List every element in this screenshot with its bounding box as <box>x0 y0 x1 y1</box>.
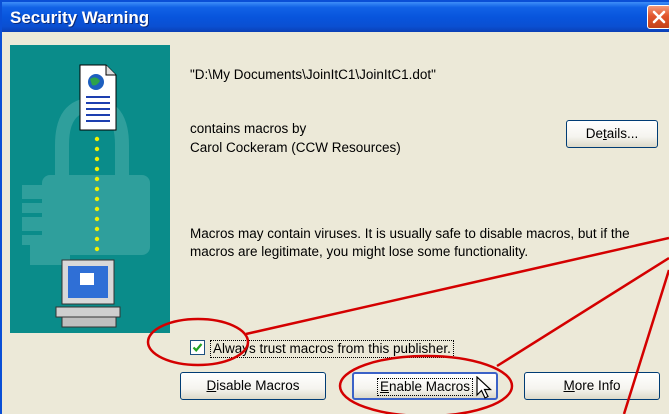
warning-text-line2: macros are legitimate, you might lose so… <box>190 244 529 259</box>
details-label-part: De <box>585 126 603 141</box>
computer-icon <box>55 259 121 328</box>
enable-accelerator: E <box>379 379 389 394</box>
window-title: Security Warning <box>10 8 150 27</box>
mouse-cursor-icon <box>476 376 493 399</box>
details-button[interactable]: Details... <box>566 120 658 148</box>
trust-publisher-label[interactable]: Always trust macros from this publisher. <box>210 340 454 358</box>
warning-text-line1: Macros may contain viruses. It is usuall… <box>190 226 630 241</box>
close-button[interactable] <box>647 5 669 29</box>
document-globe-icon <box>79 64 117 131</box>
more-info-accelerator: M <box>563 378 575 393</box>
publisher-name: Carol Cockeram (CCW Resources) <box>190 140 401 155</box>
file-path: "D:\My Documents\JoinItC1\JoinItC1.dot" <box>190 67 436 82</box>
security-illustration <box>10 45 170 333</box>
disable-accelerator: D <box>206 378 217 393</box>
more-info-button[interactable]: More Info <box>524 372 660 400</box>
close-icon <box>652 10 666 24</box>
checkmark-icon <box>192 343 203 352</box>
disable-label-rest: isable Macros <box>216 378 300 393</box>
details-label-rest: ails... <box>606 126 639 141</box>
disable-macros-button[interactable]: Disable Macros <box>180 372 326 400</box>
enable-label-rest: nable Macros <box>388 379 471 394</box>
contains-macros-label: contains macros by <box>190 121 307 136</box>
trust-publisher-checkbox[interactable] <box>190 340 205 355</box>
title-bar[interactable]: Security Warning <box>2 2 669 32</box>
more-info-label-rest: ore Info <box>574 378 621 393</box>
